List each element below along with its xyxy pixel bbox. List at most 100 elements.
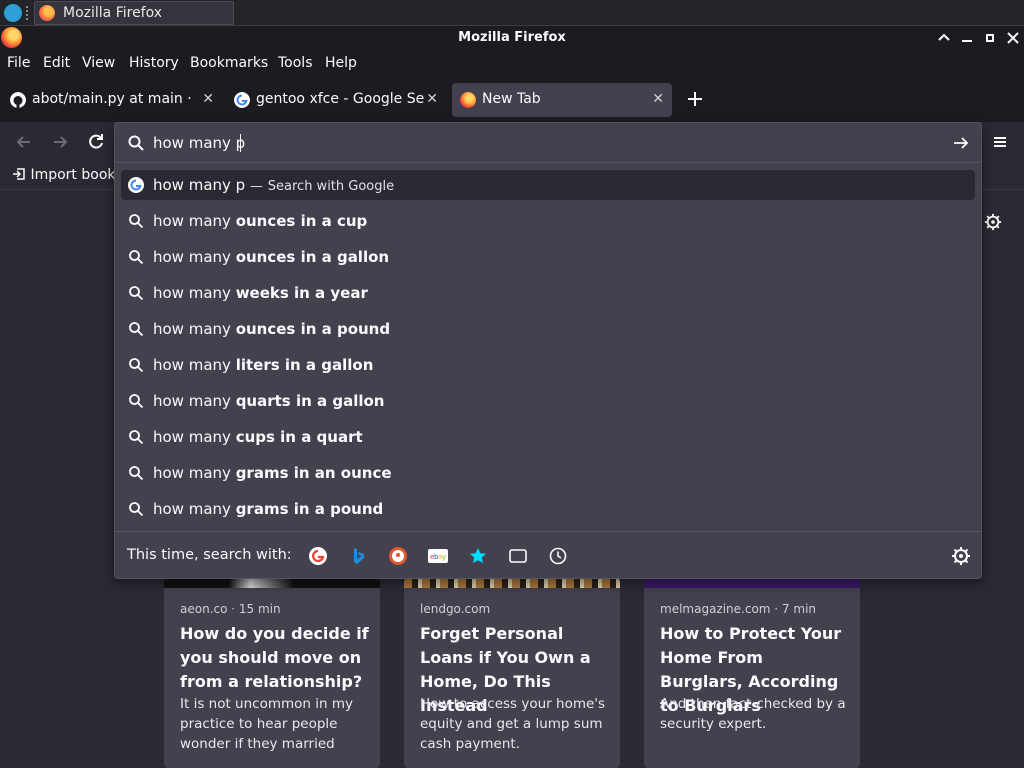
duckduckgo-icon[interactable] bbox=[388, 546, 408, 566]
back-button[interactable] bbox=[13, 131, 35, 153]
suggestion-completion: quarts in a gallon bbox=[235, 392, 385, 410]
tab-strip: abot/main.py at main · Ti ✕ gentoo xfce … bbox=[0, 78, 1024, 122]
menu-history[interactable]: History bbox=[129, 55, 179, 71]
tab-close-button[interactable]: ✕ bbox=[652, 91, 664, 107]
menu-view[interactable]: View bbox=[82, 55, 115, 71]
search-suggestion[interactable]: how many grams in a pound bbox=[121, 494, 975, 524]
search-icon bbox=[128, 135, 144, 151]
google-icon[interactable] bbox=[308, 546, 328, 566]
suggestion-text: how many grams in an ounce bbox=[153, 464, 392, 482]
go-button[interactable] bbox=[951, 133, 971, 153]
gear-icon[interactable] bbox=[984, 213, 1002, 231]
reload-button[interactable] bbox=[85, 131, 107, 153]
reload-icon bbox=[89, 134, 103, 149]
text-caret bbox=[240, 134, 241, 152]
gear-icon[interactable] bbox=[951, 546, 971, 566]
history-clock-icon[interactable] bbox=[548, 546, 568, 566]
arrow-right-icon bbox=[954, 137, 969, 149]
window-maximize-up-button[interactable] bbox=[935, 29, 953, 47]
bing-icon[interactable] bbox=[348, 546, 368, 566]
urlbar-input[interactable] bbox=[153, 132, 933, 154]
story-source: lendgo.com bbox=[420, 602, 491, 616]
suggestion-typed-prefix: how many bbox=[153, 428, 236, 446]
suggestion-completion: grams in an ounce bbox=[235, 464, 392, 482]
search-icon bbox=[129, 250, 144, 265]
suggestion-text: how many p — Search with Google bbox=[153, 176, 394, 194]
tab-new-tab[interactable]: New Tab ✕ bbox=[452, 83, 672, 117]
story-card[interactable]: melmagazine.com · 7 min How to Protect Y… bbox=[644, 578, 860, 768]
tab-close-button[interactable]: ✕ bbox=[202, 91, 214, 107]
search-icon bbox=[129, 502, 144, 517]
menu-bookmarks[interactable]: Bookmarks bbox=[190, 55, 268, 71]
plus-icon bbox=[688, 92, 702, 106]
suggestion-completion: cups in a quart bbox=[235, 428, 363, 446]
one-off-search-bar: This time, search with: ebay bbox=[115, 531, 981, 579]
menu-tools[interactable]: Tools bbox=[278, 55, 313, 71]
window-minimize-button[interactable] bbox=[958, 29, 976, 47]
search-icon bbox=[129, 286, 144, 301]
app-menu-button[interactable] bbox=[989, 131, 1011, 153]
suggestion-typed-prefix: how many bbox=[153, 248, 236, 266]
google-icon bbox=[234, 92, 250, 108]
search-suggestion[interactable]: how many cups in a quart bbox=[121, 422, 975, 452]
search-icon bbox=[129, 466, 144, 481]
firefox-icon bbox=[460, 92, 476, 108]
window-maximize-button[interactable] bbox=[981, 29, 999, 47]
suggestion-typed-prefix: how many bbox=[153, 284, 236, 302]
app-launcher-icon[interactable] bbox=[4, 4, 22, 22]
suggestion-separator: — bbox=[249, 179, 263, 194]
tab-google-search[interactable]: gentoo xfce - Google Sea ✕ bbox=[226, 83, 446, 117]
tab-label: gentoo xfce - Google Sea bbox=[256, 91, 424, 107]
urlbar-popup: how many p — Search with Google how many… bbox=[114, 122, 982, 579]
search-icon bbox=[129, 430, 144, 445]
suggestion-text: how many quarts in a gallon bbox=[153, 392, 384, 410]
firefox-icon bbox=[39, 5, 55, 21]
one-off-label: This time, search with: bbox=[127, 547, 292, 563]
pocket-stories: aeon.co · 15 min How do you decide if yo… bbox=[0, 578, 1024, 768]
story-excerpt: And then fact-checked by a security expe… bbox=[660, 696, 846, 732]
taskbar-firefox-task[interactable]: Mozilla Firefox bbox=[34, 1, 234, 25]
search-suggestion[interactable]: how many ounces in a pound bbox=[121, 314, 975, 344]
suggestion-completion: weeks in a year bbox=[235, 284, 368, 302]
menu-file[interactable]: File bbox=[7, 55, 30, 71]
search-icon bbox=[129, 394, 144, 409]
import-bookmarks-button[interactable]: Import book bbox=[12, 167, 116, 183]
story-card[interactable]: lendgo.com Forget Personal Loans if You … bbox=[404, 578, 620, 768]
new-tab-button[interactable] bbox=[684, 88, 706, 110]
search-suggestion[interactable]: how many weeks in a year bbox=[121, 278, 975, 308]
tab-label: abot/main.py at main · Ti bbox=[32, 91, 192, 107]
maximize-icon bbox=[986, 34, 994, 42]
suggestion-typed-prefix: how many bbox=[153, 464, 236, 482]
suggestion-text: how many cups in a quart bbox=[153, 428, 363, 446]
suggestion-completion: ounces in a cup bbox=[235, 212, 368, 230]
story-source: aeon.co · 15 min bbox=[180, 602, 281, 616]
tab-github[interactable]: abot/main.py at main · Ti ✕ bbox=[2, 83, 222, 117]
arrow-left-icon bbox=[16, 136, 30, 148]
suggestion-completion: liters in a gallon bbox=[235, 356, 374, 374]
taskbar-task-title: Mozilla Firefox bbox=[63, 5, 163, 21]
suggestion-completion: ounces in a pound bbox=[235, 320, 391, 338]
story-thumbnail bbox=[644, 578, 860, 588]
story-thumbnail bbox=[164, 578, 380, 588]
menu-bar: File Edit View History Bookmarks Tools H… bbox=[0, 50, 1024, 78]
suggestion-typed-prefix: how many bbox=[153, 356, 236, 374]
ebay-icon[interactable]: ebay bbox=[428, 546, 448, 566]
forward-button[interactable] bbox=[49, 131, 71, 153]
search-suggestion[interactable]: how many ounces in a cup bbox=[121, 206, 975, 236]
search-suggestion[interactable]: how many ounces in a gallon bbox=[121, 242, 975, 272]
urlbar-input-row bbox=[115, 123, 981, 163]
import-icon bbox=[13, 168, 25, 180]
suggestion-search-with-google[interactable]: how many p — Search with Google bbox=[121, 170, 975, 200]
bookmarks-star-icon[interactable] bbox=[468, 546, 488, 566]
tabs-icon[interactable] bbox=[508, 546, 528, 566]
story-card[interactable]: aeon.co · 15 min How do you decide if yo… bbox=[164, 578, 380, 768]
window-close-button[interactable] bbox=[1004, 29, 1022, 47]
window-titlebar: Mozilla Firefox bbox=[0, 26, 1024, 50]
github-icon bbox=[10, 92, 26, 108]
tab-close-button[interactable]: ✕ bbox=[426, 91, 438, 107]
menu-edit[interactable]: Edit bbox=[43, 55, 70, 71]
search-suggestion[interactable]: how many grams in an ounce bbox=[121, 458, 975, 488]
search-suggestion[interactable]: how many quarts in a gallon bbox=[121, 386, 975, 416]
menu-help[interactable]: Help bbox=[325, 55, 357, 71]
search-suggestion[interactable]: how many liters in a gallon bbox=[121, 350, 975, 380]
